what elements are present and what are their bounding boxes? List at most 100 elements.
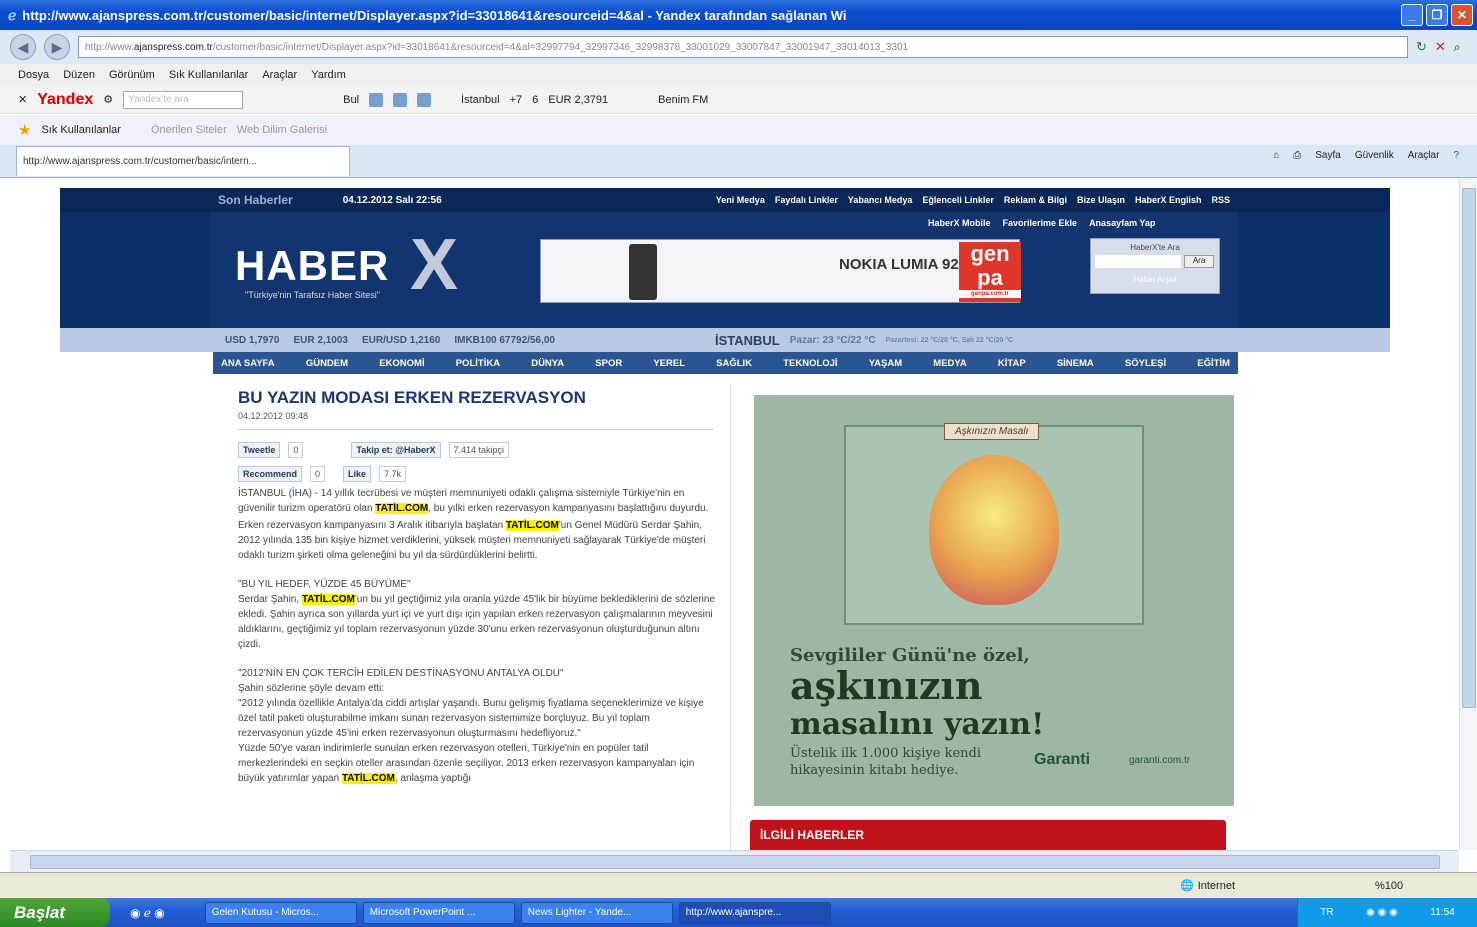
tab-active[interactable]: http://www.ajanspress.com.tr/customer/ba… [16, 146, 350, 176]
archive-link[interactable]: Haber Arşivi [1095, 275, 1215, 284]
nav-item[interactable]: MEDYA [933, 358, 966, 369]
market-ticker: USD 1,7970 EUR 2,1003 EUR/USD 1,2160 IMK… [60, 328, 1390, 352]
page-menu[interactable]: Sayfa [1315, 150, 1341, 161]
top-link[interactable]: Yabancı Medya [848, 195, 913, 205]
url-rest: /customer/basic/internet/Displayer.aspx?… [212, 41, 909, 53]
close-toolbar-icon[interactable]: ✕ [18, 93, 27, 106]
back-button[interactable]: ◀ [10, 34, 36, 60]
ad-line3: masalını yazın! [790, 707, 1045, 742]
nav-item[interactable]: EĞİTİM [1197, 358, 1230, 369]
mail-icon[interactable] [369, 92, 384, 107]
site-search-input[interactable] [1095, 255, 1181, 268]
menu-view[interactable]: Görünüm [109, 69, 155, 81]
menu-help[interactable]: Yardım [311, 69, 346, 81]
follow-button[interactable]: Takip et: @HaberX [351, 442, 441, 458]
nav-item[interactable]: EKONOMİ [379, 358, 424, 369]
sub-link[interactable]: Favorilerime Ekle [1003, 218, 1078, 228]
son-haberler-label[interactable]: Son Haberler [218, 193, 293, 207]
sub-link[interactable]: HaberX Mobile [928, 218, 991, 228]
weather-forecast: Pazartesi: 22 °C/20 °C, Salı 22 °C/20 °C [885, 336, 1014, 344]
print-icon[interactable]: ⎙ [1293, 150, 1301, 161]
nav-item[interactable]: DÜNYA [531, 358, 564, 369]
help-icon[interactable]: ? [1453, 150, 1459, 161]
gear-icon[interactable]: ⚙ [103, 93, 113, 106]
top-link[interactable]: Bize Ulaşın [1077, 195, 1125, 205]
menu-favorites[interactable]: Sık Kullanılanlar [169, 69, 249, 81]
nav-item[interactable]: POLİTİKA [456, 358, 500, 369]
yandex-find-button[interactable]: Bul [343, 94, 359, 106]
maximize-button[interactable]: ❐ [1426, 4, 1448, 26]
nav-item[interactable]: YAŞAM [869, 358, 902, 369]
suggested-sites[interactable]: Önerilen Siteler [151, 124, 227, 136]
sub-link[interactable]: Anasayfam Yap [1089, 218, 1155, 228]
taskbar-item[interactable]: Microsoft PowerPoint ... [362, 901, 515, 924]
tray-icons[interactable]: ◉ ◉ ◉ [1366, 907, 1398, 918]
tweet-button[interactable]: Tweetle [238, 442, 281, 458]
quicklaunch-icon[interactable]: ◉ ℯ ◉ [130, 906, 165, 920]
vertical-scrollbar[interactable] [1459, 178, 1477, 850]
phone-image [629, 244, 657, 300]
garanti-ad[interactable]: Aşkınızın Masalı Sevgililer Günü'ne özel… [754, 395, 1234, 806]
weather-label[interactable]: +7 [510, 94, 523, 106]
traffic-label[interactable]: 6 [532, 94, 538, 106]
currency-label[interactable]: EUR 2,3791 [548, 94, 608, 106]
stop-icon[interactable]: ✕ [1435, 39, 1446, 55]
imkb-rate: IMKB100 67792/56,00 [454, 334, 555, 346]
top-link[interactable]: Reklam & Bilgi [1004, 195, 1067, 205]
top-link[interactable]: Eğlenceli Linkler [922, 195, 994, 205]
taskbar-item[interactable]: Gelen Kutusu - Micros... [204, 901, 357, 924]
web-slice-gallery[interactable]: Web Dilim Galerisi [237, 124, 327, 136]
nav-item[interactable]: SÖYLEŞİ [1125, 358, 1166, 369]
taskbar-item[interactable]: http://www.ajanspre... [678, 901, 831, 924]
nokia-ad-banner[interactable]: NOKIA LUMIA 920 gen pa genpa.com.tr [540, 239, 1021, 303]
taskbar-item[interactable]: News Lighter - Yande... [520, 901, 673, 924]
nav-item[interactable]: YEREL [653, 358, 685, 369]
menu-edit[interactable]: Düzen [63, 69, 95, 81]
forward-button[interactable]: ▶ [44, 34, 70, 60]
scroll-thumb[interactable] [30, 855, 1440, 869]
scroll-thumb[interactable] [1462, 188, 1476, 708]
like-button[interactable]: Like [343, 466, 372, 482]
nav-item[interactable]: ANA SAYFA [221, 358, 275, 369]
city-label[interactable]: İstanbul [461, 94, 500, 106]
translate-icon[interactable] [417, 92, 432, 107]
main-nav: ANA SAYFA GÜNDEM EKONOMİ POLİTİKA DÜNYA … [213, 352, 1238, 374]
ie-icon: ℯ [8, 6, 17, 23]
nav-item[interactable]: SAĞLIK [716, 358, 752, 369]
refresh-icon[interactable]: ↻ [1416, 39, 1427, 55]
highlight: TATİL.COM [505, 520, 559, 531]
bookmark-icon[interactable] [393, 92, 408, 107]
yandex-search-input[interactable]: Yandex'te ara [123, 90, 244, 109]
top-link[interactable]: RSS [1211, 195, 1230, 205]
close-button[interactable]: ✕ [1451, 4, 1473, 26]
tools-menu[interactable]: Araçlar [1408, 150, 1440, 161]
radio-label[interactable]: Benim FM [658, 94, 708, 106]
nav-item[interactable]: GÜNDEM [306, 358, 348, 369]
home-icon[interactable]: ⌂ [1273, 150, 1279, 161]
taskbar-label: Gelen Kutusu - Micros... [211, 907, 319, 918]
address-input[interactable]: http://www. ajanspress.com.tr/customer/ba… [78, 36, 1408, 58]
yandex-logo[interactable]: Yandex [37, 91, 93, 109]
nav-item[interactable]: KİTAP [998, 358, 1026, 369]
top-link[interactable]: Yeni Medya [716, 195, 765, 205]
site-logo[interactable]: HABER X [235, 225, 458, 305]
minimize-button[interactable]: _ [1401, 4, 1423, 26]
nav-item[interactable]: TEKNOLOJİ [783, 358, 837, 369]
nav-item[interactable]: SPOR [595, 358, 622, 369]
recommend-button[interactable]: Recommend [238, 466, 303, 482]
favorites-label[interactable]: Sık Kullanılanlar [41, 124, 121, 136]
top-link[interactable]: HaberX English [1135, 195, 1202, 205]
start-button[interactable]: Başlat [0, 898, 110, 927]
site-search-button[interactable]: Ara [1184, 255, 1215, 268]
safety-menu[interactable]: Güvenlik [1355, 150, 1394, 161]
zoom-level[interactable]: %100 [1375, 880, 1403, 892]
horizontal-scrollbar[interactable] [10, 850, 1459, 872]
language-indicator[interactable]: TR [1320, 907, 1333, 918]
menu-file[interactable]: Dosya [18, 69, 49, 81]
site-datetime: 04.12.2012 Salı 22:56 [342, 194, 442, 206]
header-block: HaberX Mobile Favorilerime Ekle Anasayfa… [210, 212, 1238, 328]
nav-item[interactable]: SİNEMA [1057, 358, 1094, 369]
search-icon[interactable]: ⌕ [1454, 40, 1461, 55]
menu-tools[interactable]: Araçlar [262, 69, 297, 81]
top-link[interactable]: Faydalı Linkler [775, 195, 838, 205]
